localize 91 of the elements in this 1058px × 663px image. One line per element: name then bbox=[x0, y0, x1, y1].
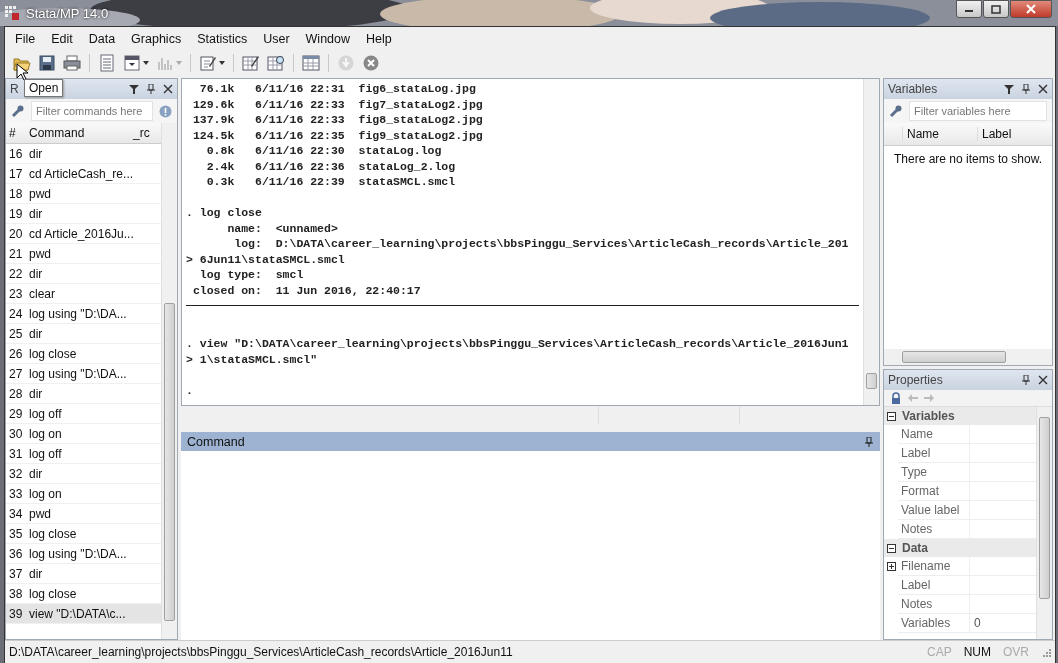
info-icon bbox=[159, 104, 172, 118]
output-line: 137.9k 6/11/16 22:33 fig8_stataLog2.jpg bbox=[191, 112, 484, 128]
empty-message: There are no items to show. bbox=[893, 152, 1043, 168]
tooltip: Open bbox=[24, 79, 64, 97]
collapse-icon[interactable] bbox=[887, 411, 896, 421]
pin-icon[interactable] bbox=[1021, 84, 1031, 94]
column-header[interactable]: _rc bbox=[133, 126, 161, 140]
filter-field[interactable]: Filter variables here bbox=[909, 101, 1047, 121]
property-label: Value label bbox=[898, 501, 970, 520]
property-value: 0 bbox=[974, 616, 981, 630]
command-input[interactable] bbox=[181, 451, 880, 640]
pencil-document-icon[interactable] bbox=[199, 54, 217, 72]
pin-icon[interactable] bbox=[864, 436, 874, 447]
scroll-bar[interactable] bbox=[1036, 407, 1052, 639]
window-icon[interactable] bbox=[123, 54, 141, 72]
property-label: Format bbox=[898, 482, 970, 501]
menu-item[interactable]: User bbox=[255, 32, 298, 46]
property-label: Variables bbox=[898, 614, 970, 633]
menu-item[interactable]: Help bbox=[358, 32, 400, 46]
scroll-bar[interactable] bbox=[884, 349, 1052, 365]
output-line: 124.5k 6/11/16 22:35 fig9_stataLog2.jpg bbox=[191, 127, 484, 143]
output-line: name: <unnamed> bbox=[226, 220, 339, 236]
table-pencil-icon[interactable] bbox=[242, 54, 260, 72]
panel-title: Command bbox=[187, 434, 245, 449]
app-icon bbox=[4, 5, 20, 21]
output-line: 0.3k 6/11/16 22:39 stataSMCL.smcl bbox=[205, 174, 457, 190]
output-line: 0.8k 6/11/16 22:30 stataLog.log bbox=[205, 143, 443, 159]
scroll-bar[interactable] bbox=[161, 123, 177, 639]
printer-icon[interactable] bbox=[63, 54, 81, 72]
property-label: Filename bbox=[898, 557, 970, 576]
output-line: . log close bbox=[186, 205, 263, 221]
pin-icon[interactable] bbox=[146, 84, 156, 94]
panel-title: Properties bbox=[888, 373, 943, 387]
output-line: . bbox=[186, 382, 194, 398]
property-label: Label bbox=[898, 576, 970, 595]
section-title: Variables bbox=[902, 409, 955, 423]
panel-title: R bbox=[10, 82, 19, 96]
collapse-icon[interactable] bbox=[887, 543, 896, 553]
output-line: . view "D:\DATA\career_learning\projects\bbsPinggu_Services\ArticleCash_records\Article_2016Jun1 bbox=[186, 336, 850, 352]
status-path: D:\DATA\career_learning\projects\bbsPinggu_Services\ArticleCash_records\Article_2016Jun11 bbox=[9, 645, 513, 659]
menu-item[interactable]: File bbox=[7, 32, 44, 46]
filter-icon[interactable] bbox=[129, 84, 139, 94]
column-header[interactable]: Name bbox=[902, 127, 977, 141]
section-title: Data bbox=[902, 541, 928, 555]
maximize-button[interactable] bbox=[983, 0, 1009, 18]
output-line: 76.1k 6/11/16 22:31 fig6_stataLog.jpg bbox=[198, 81, 477, 97]
column-header[interactable]: Label bbox=[977, 127, 1052, 141]
maximize-icon[interactable] bbox=[991, 4, 1001, 14]
minimize-button[interactable] bbox=[956, 0, 982, 18]
lock-icon[interactable] bbox=[890, 392, 902, 404]
menu-item[interactable]: Statistics bbox=[189, 32, 256, 46]
close-icon[interactable] bbox=[1038, 375, 1048, 385]
status-indicator: OVR bbox=[1003, 645, 1029, 659]
menu-item[interactable]: Window bbox=[297, 32, 359, 46]
output-line: > 6Jun11\stataSMCL.smcl bbox=[186, 251, 346, 267]
filter-field[interactable]: Filter commands here bbox=[31, 101, 153, 121]
history-row[interactable]: 39 view "D:\DATA\c... bbox=[6, 604, 161, 624]
property-label: Label bbox=[898, 444, 970, 463]
output-line: log type: smcl bbox=[198, 267, 305, 283]
grid-icon[interactable] bbox=[302, 54, 320, 72]
property-label: Name bbox=[898, 425, 970, 444]
status-indicator: NUM bbox=[963, 645, 991, 659]
close-button[interactable] bbox=[1010, 0, 1052, 18]
table-magnifier-icon[interactable] bbox=[267, 54, 285, 72]
property-label: Type bbox=[898, 463, 970, 482]
caret-icon[interactable] bbox=[143, 61, 149, 65]
wrench-icon[interactable] bbox=[889, 104, 903, 118]
property-label: Notes bbox=[898, 595, 970, 614]
wrench-icon[interactable] bbox=[11, 104, 25, 118]
pin-icon[interactable] bbox=[1021, 375, 1031, 385]
close-icon[interactable] bbox=[1038, 84, 1048, 94]
output-line: log: D:\DATA\career_learning\projects\bbsPinggu_Services\ArticleCash_records\Article_201 bbox=[233, 236, 850, 252]
filter-icon[interactable] bbox=[1004, 84, 1014, 94]
caret-icon[interactable] bbox=[219, 61, 225, 65]
output-line: 2.4k 6/11/16 22:36 stataLog_2.log bbox=[205, 158, 457, 174]
close-icon[interactable] bbox=[163, 84, 173, 94]
status-indicator: CAP bbox=[926, 645, 952, 659]
column-header[interactable]: # bbox=[6, 126, 29, 140]
output-line: closed on: 11 Jun 2016, 22:40:17 bbox=[191, 282, 422, 298]
panel-title: Variables bbox=[888, 82, 938, 96]
close-circle-icon[interactable] bbox=[362, 54, 380, 72]
output-line: > 1\stataSMCL.smcl" bbox=[186, 351, 319, 367]
window-title: Stata/MP 14.0 bbox=[26, 5, 109, 21]
menu-item[interactable]: Data bbox=[80, 32, 124, 46]
menu-item[interactable]: Graphics bbox=[123, 32, 190, 46]
scroll-bar[interactable] bbox=[863, 79, 879, 405]
resize-grip-icon[interactable] bbox=[1041, 647, 1051, 657]
menu-item[interactable]: Edit bbox=[43, 32, 81, 46]
output-line: 129.6k 6/11/16 22:33 fig7_stataLog2.jpg bbox=[191, 96, 484, 112]
column-header[interactable]: Command bbox=[29, 126, 133, 140]
expand-icon[interactable] bbox=[886, 562, 896, 571]
